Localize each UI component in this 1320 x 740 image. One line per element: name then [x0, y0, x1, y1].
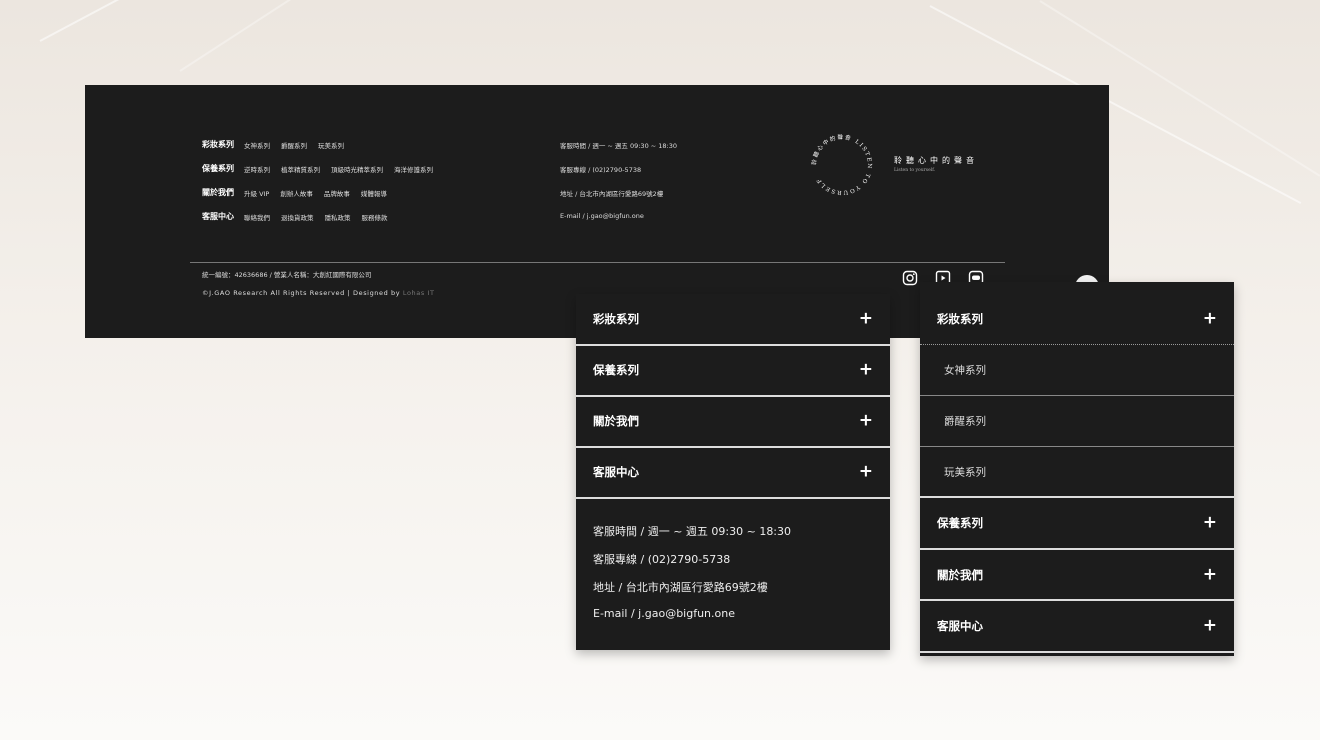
footer-nav-link[interactable]: 植萃精質系列 — [281, 164, 320, 174]
accordion-row[interactable]: 彩妝系列 + — [576, 294, 890, 344]
svg-text:聆聽心中的聲音 LISTEN TO YOURSELF: 聆聽心中的聲音 LISTEN TO YOURSELF — [810, 133, 872, 195]
email: E-mail / j.gao@bigfun.one — [560, 212, 644, 220]
accordion-label: 彩妝系列 — [593, 312, 639, 326]
footer-nav-link[interactable]: 逆時系列 — [244, 164, 270, 174]
row-divider — [576, 497, 890, 499]
accordion-label: 客服中心 — [937, 619, 983, 633]
brand-subtitle: Listen to yourself. — [894, 168, 936, 173]
plus-icon[interactable]: + — [1203, 310, 1217, 328]
plus-icon[interactable]: + — [859, 361, 873, 379]
footer-nav-row: 保養系列 逆時系列 植萃精質系列 頂級時光精萃系列 海洋修護系列 — [202, 163, 444, 174]
address: 地址 / 台北市內湖區行愛路69號2樓 — [560, 190, 664, 198]
footer-nav-row: 客服中心 聯絡我們 退換貨政策 隱私政策 服務條款 — [202, 211, 399, 222]
service-phone: 客服專線 / (02)2790-5738 — [593, 553, 731, 566]
service-hours: 客服時間 / 週一 ~ 週五 09:30 ~ 18:30 — [593, 525, 792, 538]
footer-nav-link[interactable]: 退換貨政策 — [281, 212, 314, 222]
plus-icon[interactable]: + — [1203, 566, 1217, 584]
accordion-label: 保養系列 — [937, 516, 983, 530]
brand-ring-text: 聆聽心中的聲音 LISTEN TO YOURSELF — [810, 133, 871, 195]
accordion-row[interactable]: 客服中心 + — [576, 447, 890, 497]
footer-nav-category[interactable]: 客服中心 — [202, 211, 234, 222]
address: 地址 / 台北市內湖區行愛路69號2樓 — [593, 581, 768, 594]
email: E-mail / j.gao@bigfun.one — [593, 607, 735, 620]
accordion-row-open[interactable]: 彩妝系列 + — [920, 294, 1234, 344]
plus-icon[interactable]: + — [859, 310, 873, 328]
accordion-label: 關於我們 — [937, 568, 983, 582]
accordion-label: 關於我們 — [593, 414, 639, 428]
mobile-footer-expanded: 彩妝系列 + 女神系列 爵醒系列 玩美系列 保養系列 + 關於我們 + 客服中心… — [920, 282, 1234, 656]
service-hours: 客服時間 / 週一 ~ 週五 09:30 ~ 18:30 — [560, 142, 678, 150]
accordion-row[interactable]: 關於我們 + — [920, 550, 1234, 600]
footer-nav-category[interactable]: 彩妝系列 — [202, 139, 234, 150]
footer-nav-row: 關於我們 升級 VIP 創辦人故事 品牌故事 媒體報導 — [202, 187, 398, 198]
row-divider — [920, 651, 1234, 653]
brand-title: 聆聽心中的聲音 — [894, 156, 978, 165]
accordion-subitem-label: 玩美系列 — [944, 466, 986, 479]
background-streak — [39, 0, 412, 42]
accordion-label: 保養系列 — [593, 363, 639, 377]
accordion-row[interactable]: 保養系列 + — [576, 345, 890, 395]
designer-link[interactable]: Lohas IT — [403, 289, 435, 297]
footer-nav-link[interactable]: 品牌故事 — [324, 188, 350, 198]
accordion-row[interactable]: 客服中心 + — [920, 601, 1234, 651]
accordion-subitem-label: 爵醒系列 — [944, 415, 986, 428]
footer-nav-link[interactable]: 隱私政策 — [325, 212, 351, 222]
accordion-row[interactable]: 關於我們 + — [576, 396, 890, 446]
brand-ring-logo: 聆聽心中的聲音 LISTEN TO YOURSELF — [810, 133, 872, 195]
copyright-text: ©J.GAO Research All Rights Reserved | De… — [202, 289, 401, 297]
footer-divider — [190, 262, 1005, 263]
plus-icon[interactable]: + — [1203, 514, 1217, 532]
plus-icon[interactable]: + — [859, 412, 873, 430]
footer-nav-link[interactable]: 服務條款 — [362, 212, 388, 222]
service-phone: 客服專線 / (02)2790-5738 — [560, 166, 642, 174]
accordion-row[interactable]: 保養系列 + — [920, 498, 1234, 548]
company-info: 統一編號：42636686 / 營業人名稱：大創紅國際有限公司 — [202, 271, 372, 279]
footer-nav-link[interactable]: 聯絡我們 — [244, 212, 270, 222]
footer-nav-link[interactable]: 爵醒系列 — [281, 140, 307, 150]
footer-nav-link[interactable]: 媒體報導 — [361, 188, 387, 198]
mobile-footer-collapsed: 彩妝系列 + 保養系列 + 關於我們 + 客服中心 + 客服時間 / 週一 ~ … — [576, 294, 890, 650]
footer-nav-link[interactable]: 頂級時光精萃系列 — [331, 164, 383, 174]
accordion-label: 客服中心 — [593, 465, 639, 479]
background-streak — [179, 0, 433, 72]
instagram-icon[interactable] — [902, 270, 918, 286]
plus-icon[interactable]: + — [859, 463, 873, 481]
footer-nav-link[interactable]: 創辦人故事 — [280, 188, 313, 198]
accordion-label: 彩妝系列 — [937, 312, 983, 326]
footer-nav-link[interactable]: 玩美系列 — [318, 140, 344, 150]
footer-nav-category[interactable]: 關於我們 — [202, 187, 234, 198]
plus-icon[interactable]: + — [1203, 617, 1217, 635]
accordion-subitem[interactable]: 女神系列 — [920, 345, 1234, 395]
footer-nav-category[interactable]: 保養系列 — [202, 163, 234, 174]
footer-nav-row: 彩妝系列 女神系列 爵醒系列 玩美系列 — [202, 139, 355, 150]
accordion-subitem[interactable]: 玩美系列 — [920, 447, 1234, 497]
copyright: ©J.GAO Research All Rights Reserved | De… — [202, 289, 435, 297]
accordion-subitem[interactable]: 爵醒系列 — [920, 396, 1234, 446]
accordion-subitem-label: 女神系列 — [944, 364, 986, 377]
footer-nav-link[interactable]: 女神系列 — [244, 140, 270, 150]
footer-nav-link[interactable]: 升級 VIP — [244, 188, 269, 198]
footer-nav-link[interactable]: 海洋修護系列 — [394, 164, 433, 174]
